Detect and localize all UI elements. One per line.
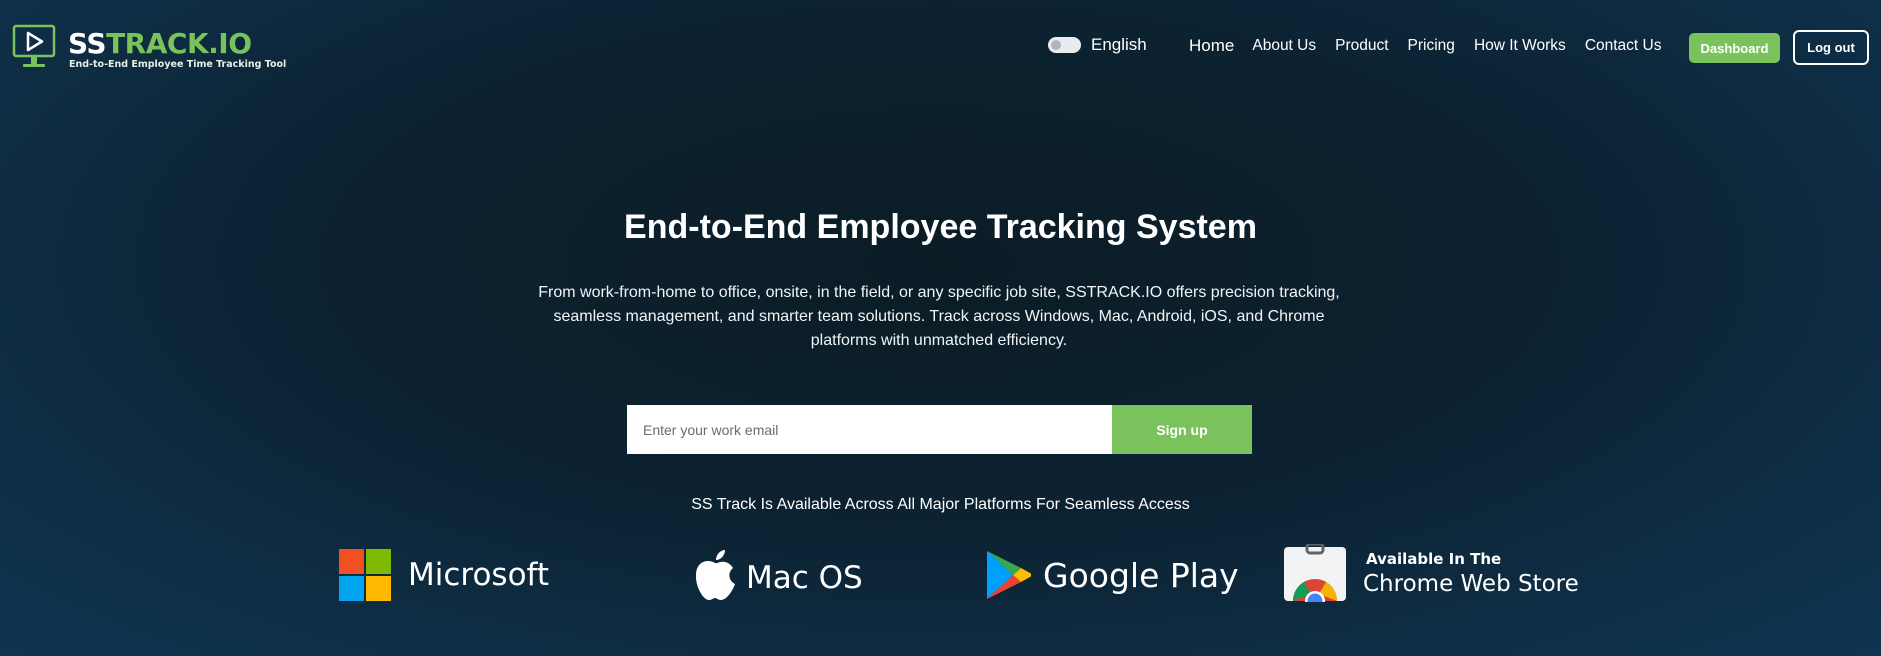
chrome-web-store-badge[interactable]: Available In The Chrome Web Store xyxy=(1283,544,1579,602)
brand-name: SSTRACK.IO xyxy=(68,27,252,60)
nav-how-it-works[interactable]: How It Works xyxy=(1474,37,1566,55)
google-play-label: Google Play xyxy=(1043,555,1239,595)
email-input[interactable] xyxy=(627,405,1112,454)
dashboard-button[interactable]: Dashboard xyxy=(1689,33,1780,63)
nav-home[interactable]: Home xyxy=(1189,36,1234,56)
chrome-web-store-icon xyxy=(1284,544,1346,602)
microsoft-badge[interactable]: Microsoft xyxy=(339,549,549,601)
toggle-switch-icon[interactable] xyxy=(1048,37,1081,53)
main-nav: Home About Us Product Pricing How It Wor… xyxy=(1189,35,1680,57)
nav-contact-us[interactable]: Contact Us xyxy=(1585,37,1662,55)
logout-button[interactable]: Log out xyxy=(1793,30,1869,65)
google-play-logo-icon xyxy=(987,551,1031,599)
apple-logo-icon xyxy=(695,550,735,600)
macos-badge[interactable]: Mac OS xyxy=(692,548,863,602)
nav-about-us[interactable]: About Us xyxy=(1252,37,1316,55)
windows-logo-icon xyxy=(339,549,391,601)
chrome-web-store-text: Available In The Chrome Web Store xyxy=(1363,550,1579,597)
nav-pricing[interactable]: Pricing xyxy=(1408,37,1455,55)
brand-tagline: End-to-End Employee Time Tracking Tool xyxy=(69,59,287,70)
macos-label: Mac OS xyxy=(746,560,863,596)
nav-product[interactable]: Product xyxy=(1335,37,1388,55)
hero-description: From work-from-home to office, onsite, i… xyxy=(538,284,1340,349)
microsoft-label: Microsoft xyxy=(408,557,550,593)
signup-button[interactable]: Sign up xyxy=(1112,405,1252,454)
language-label: English xyxy=(1091,35,1147,54)
signup-form: Sign up xyxy=(627,405,1252,454)
language-switcher[interactable]: English xyxy=(1048,35,1147,55)
platforms-caption: SS Track Is Available Across All Major P… xyxy=(691,496,1190,513)
brand-logo[interactable]: SSTRACK.IO End-to-End Employee Time Trac… xyxy=(12,24,286,70)
chrome-web-store-label-bottom: Chrome Web Store xyxy=(1363,570,1579,597)
hero-title: End-to-End Employee Tracking System xyxy=(624,208,1257,246)
chrome-web-store-label-top: Available In The xyxy=(1366,549,1502,568)
monitor-play-icon xyxy=(12,24,56,67)
google-play-badge[interactable]: Google Play xyxy=(985,549,1239,601)
